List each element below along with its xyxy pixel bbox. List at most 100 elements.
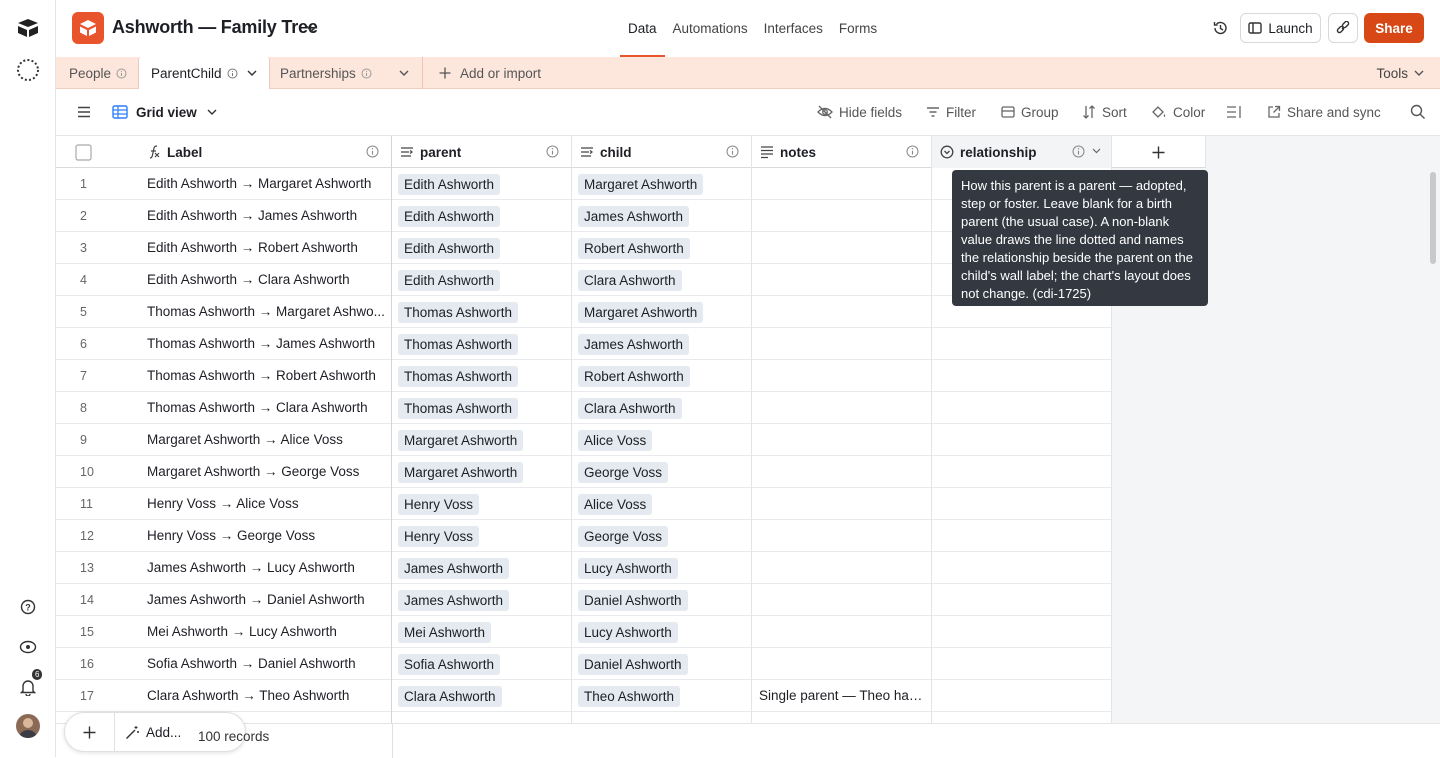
- view-switcher[interactable]: Grid view: [112, 89, 217, 135]
- hide-fields-button[interactable]: Hide fields: [817, 89, 902, 135]
- parent-cell[interactable]: Margaret Ashworth: [392, 456, 572, 488]
- help-icon[interactable]: ?: [16, 595, 40, 619]
- relationship-cell[interactable]: [932, 392, 1112, 424]
- parent-cell[interactable]: Edith Ashworth: [392, 264, 572, 296]
- parent-chip[interactable]: Thomas Ashworth: [398, 333, 519, 355]
- label-cell[interactable]: Margaret Ashworth → Alice Voss: [142, 424, 392, 456]
- color-button[interactable]: Color: [1151, 89, 1205, 135]
- column-header-notes[interactable]: notes: [752, 136, 932, 168]
- table-row[interactable]: 13 James Ashworth → Lucy Ashworth James As…: [56, 552, 1112, 584]
- notes-cell[interactable]: [752, 264, 932, 296]
- child-cell[interactable]: Robert Ashworth: [572, 360, 752, 392]
- table-row[interactable]: 10 Margaret Ashworth → George Voss Margare…: [56, 456, 1112, 488]
- relationship-cell[interactable]: [932, 488, 1112, 520]
- parent-chip[interactable]: Clara Ashworth: [398, 685, 502, 707]
- notes-cell[interactable]: [752, 552, 932, 584]
- label-cell[interactable]: James Ashworth → Lucy Ashworth: [142, 552, 392, 584]
- parent-cell[interactable]: Edith Ashworth: [392, 232, 572, 264]
- child-chip[interactable]: Alice Voss: [578, 493, 653, 515]
- child-cell[interactable]: George Voss: [572, 520, 752, 552]
- parent-cell[interactable]: Thomas Ashworth: [392, 328, 572, 360]
- parent-cell[interactable]: Thomas Ashworth: [392, 360, 572, 392]
- label-cell[interactable]: Edith Ashworth → James Ashworth: [142, 200, 392, 232]
- tab-forms[interactable]: Forms: [831, 0, 885, 57]
- child-cell[interactable]: [572, 712, 752, 723]
- table-row[interactable]: 16 Sofia Ashworth → Daniel Ashworth Sofia …: [56, 648, 1112, 680]
- child-chip[interactable]: Lucy Ashworth: [578, 557, 678, 579]
- label-cell[interactable]: Mei Ashworth → Lucy Ashworth: [142, 616, 392, 648]
- child-chip[interactable]: George Voss: [578, 461, 669, 483]
- parent-chip[interactable]: Henry Voss: [398, 493, 480, 515]
- label-cell[interactable]: Thomas Ashworth → Margaret Ashwo...: [142, 296, 392, 328]
- label-cell[interactable]: Margaret Ashworth → George Voss: [142, 456, 392, 488]
- column-header-parent[interactable]: parent: [392, 136, 572, 168]
- row-height-icon[interactable]: [1226, 89, 1242, 135]
- tab-data[interactable]: Data: [620, 0, 665, 57]
- notes-cell[interactable]: [752, 648, 932, 680]
- child-cell[interactable]: Alice Voss: [572, 424, 752, 456]
- base-name[interactable]: Ashworth — Family Tree: [112, 17, 318, 38]
- notes-cell[interactable]: [752, 392, 932, 424]
- info-icon[interactable]: [546, 145, 559, 158]
- parent-chip[interactable]: Mei Ashworth: [398, 621, 492, 643]
- notes-cell[interactable]: [752, 616, 932, 648]
- child-chip[interactable]: Margaret Ashworth: [578, 173, 704, 195]
- all-tables-chevron-icon[interactable]: [399, 57, 409, 89]
- label-cell[interactable]: James Ashworth → Daniel Ashworth: [142, 584, 392, 616]
- parent-chip[interactable]: Thomas Ashworth: [398, 365, 519, 387]
- label-cell[interactable]: Sofia Ashworth → Daniel Ashworth: [142, 648, 392, 680]
- parent-chip[interactable]: Margaret Ashworth: [398, 429, 524, 451]
- parent-chip[interactable]: Margaret Ashworth: [398, 461, 524, 483]
- marketplace-icon[interactable]: [16, 635, 40, 659]
- home-logo-icon[interactable]: [16, 16, 40, 40]
- column-header-relationship[interactable]: relationship: [932, 136, 1112, 168]
- table-row[interactable]: 17 Clara Ashworth → Theo Ashworth Clara As…: [56, 680, 1112, 712]
- child-cell[interactable]: Lucy Ashworth: [572, 616, 752, 648]
- notes-cell[interactable]: [752, 296, 932, 328]
- table-row[interactable]: 8 Thomas Ashworth → Clara Ashworth Thomas …: [56, 392, 1112, 424]
- parent-cell[interactable]: Edith Ashworth: [392, 200, 572, 232]
- relationship-cell[interactable]: [932, 328, 1112, 360]
- relationship-cell[interactable]: [932, 456, 1112, 488]
- chevron-down-icon[interactable]: [306, 21, 317, 36]
- child-chip[interactable]: Alice Voss: [578, 429, 653, 451]
- label-cell[interactable]: Edith Ashworth → Margaret Ashworth: [142, 168, 392, 200]
- share-button[interactable]: Share: [1364, 13, 1424, 43]
- table-row[interactable]: 6 Thomas Ashworth → James Ashworth Thomas …: [56, 328, 1112, 360]
- parent-chip[interactable]: Edith Ashworth: [398, 269, 501, 291]
- table-row[interactable]: 9 Margaret Ashworth → Alice Voss Margaret …: [56, 424, 1112, 456]
- child-cell[interactable]: Theo Ashworth: [572, 680, 752, 712]
- parent-cell[interactable]: James Ashworth: [392, 584, 572, 616]
- label-cell[interactable]: Henry Voss → Alice Voss: [142, 488, 392, 520]
- relationship-cell[interactable]: [932, 616, 1112, 648]
- label-cell[interactable]: Edith Ashworth → Clara Ashworth: [142, 264, 392, 296]
- child-chip[interactable]: James Ashworth: [578, 205, 690, 227]
- share-and-sync-button[interactable]: Share and sync: [1267, 89, 1381, 135]
- label-cell[interactable]: Thomas Ashworth → Clara Ashworth: [142, 392, 392, 424]
- child-chip[interactable]: Robert Ashworth: [578, 365, 690, 387]
- base-logo-icon[interactable]: [72, 12, 104, 44]
- parent-cell[interactable]: Sofia Ashworth: [392, 648, 572, 680]
- label-cell[interactable]: Thomas Ashworth → James Ashworth: [142, 328, 392, 360]
- info-icon[interactable]: [906, 145, 919, 158]
- child-chip[interactable]: James Ashworth: [578, 333, 690, 355]
- group-button[interactable]: Group: [1001, 89, 1059, 135]
- chevron-down-icon[interactable]: [247, 70, 257, 77]
- child-chip[interactable]: Daniel Ashworth: [578, 589, 688, 611]
- notes-cell[interactable]: [752, 168, 932, 200]
- parent-chip[interactable]: James Ashworth: [398, 557, 510, 579]
- parent-cell[interactable]: Mei Ashworth: [392, 616, 572, 648]
- child-cell[interactable]: Robert Ashworth: [572, 232, 752, 264]
- parent-cell[interactable]: Thomas Ashworth: [392, 296, 572, 328]
- parent-cell[interactable]: Margaret Ashworth: [392, 424, 572, 456]
- parent-cell[interactable]: Henry Voss: [392, 488, 572, 520]
- tab-automations[interactable]: Automations: [665, 0, 756, 57]
- parent-cell[interactable]: Henry Voss: [392, 520, 572, 552]
- parent-chip[interactable]: Edith Ashworth: [398, 205, 501, 227]
- column-header-child[interactable]: child: [572, 136, 752, 168]
- workspace-loading-icon[interactable]: [16, 58, 40, 82]
- child-chip[interactable]: George Voss: [578, 525, 669, 547]
- relationship-cell[interactable]: [932, 520, 1112, 552]
- filter-button[interactable]: Filter: [926, 89, 976, 135]
- info-icon[interactable]: [366, 145, 379, 158]
